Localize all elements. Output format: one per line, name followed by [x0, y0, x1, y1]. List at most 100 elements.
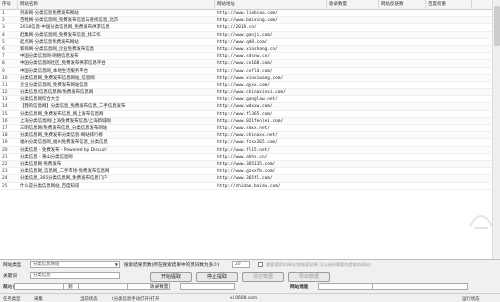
watermark-icon	[469, 215, 493, 229]
table-row[interactable]: 18 分类信息网_免费发布分类信息-网站排行榜 http://www.chinaxx…	[0, 132, 500, 140]
row-backlinks	[379, 89, 424, 96]
search-count-input[interactable]	[180, 283, 235, 290]
row-site-url: http://www.fzxx365.com/	[217, 140, 278, 146]
row-no: 1	[2, 11, 5, 16]
table-row[interactable]: 15 分类信息网_免费发布信息_网上发布信息网 http://www.fl365.c…	[0, 111, 500, 118]
range-filters: 从 到 收录数量 网站流量	[0, 283, 500, 293]
row-site-url: http://zhidao.baidu.com/	[217, 183, 281, 189]
table-row[interactable]: 22 分类信息网-免费发布 http://www.365135.com/	[0, 160, 500, 169]
row-baidu-weight	[426, 68, 470, 75]
row-backlinks	[379, 154, 424, 161]
row-site-name: 企业分类信息网_免费发布网站信息	[20, 82, 89, 88]
row-indexed-count	[327, 68, 377, 75]
row-backlinks	[379, 118, 424, 125]
row-site-url: http://www.smxx.net/	[217, 126, 270, 131]
search-pages-input[interactable]: 20	[232, 261, 250, 268]
row-baidu-weight	[426, 175, 470, 182]
table-row[interactable]: 23 分类信息网_信息网_二手市场-免费发布信息网 http://www.gzxxf…	[0, 168, 500, 176]
header-no[interactable]: 序号	[0, 0, 18, 10]
row-site-name: 起点网-分类信息免费发布网站	[20, 39, 79, 45]
row-site-url: http://www.fl15.net/	[217, 147, 270, 153]
header-indexed-count[interactable]: 收录数量	[327, 0, 379, 10]
clear-button[interactable]: 清空数据	[242, 272, 284, 282]
site-indicator: xi.0608.com	[230, 296, 258, 301]
row-site-url: http://www.qd8.com/	[217, 39, 268, 45]
row-indexed-count	[327, 10, 377, 17]
row-indexed-count	[327, 60, 377, 67]
table-row[interactable]: 3 2018信息-中国分类信息网_免费发布供求信息 http://2018.cn/	[0, 24, 500, 32]
row-indexed-count	[327, 139, 377, 146]
row-backlinks	[379, 168, 424, 175]
table-header: 序号 网站名称 网站地址 收录数量 网站反链数 百度权重	[0, 0, 500, 10]
start-button[interactable]: 开始提取	[150, 272, 192, 282]
header-backlinks[interactable]: 网站反链数	[379, 0, 426, 10]
row-baidu-weight	[426, 17, 470, 24]
row-site-name: 分类信息网_免费发布分类信息-网站排行榜	[20, 133, 103, 139]
table-row[interactable]: 8 中国分类信息网社区_免费发布供求信息平台 http://www.cn168.co…	[0, 60, 500, 68]
table-row[interactable]: 1 列表网-分类信息免费发布网站 http://www.liebiao.com/	[0, 10, 500, 18]
row-backlinks	[379, 53, 424, 60]
table-row[interactable]: 7 中国分类信息网-网络信息发布 http://www.sdsnw.cn/	[0, 53, 500, 61]
row-site-url: http://www.cn168.com/	[217, 61, 273, 67]
row-indexed-count	[327, 168, 377, 175]
row-baidu-weight	[426, 111, 470, 118]
row-baidu-weight	[426, 82, 470, 89]
table-body: 1 列表网-分类信息免费发布网站 http://www.liebiao.com/2 百…	[0, 10, 500, 190]
table-row[interactable]: 25 什么是分类信息网站_百度知道 http://zhidao.baidu.com/	[0, 183, 500, 190]
table-row[interactable]: 21 分类信息 - 黄山分类信息网 http://www.ahhs.cn/	[0, 154, 500, 161]
option-checkbox[interactable]	[258, 262, 263, 267]
table-row[interactable]: 14 【我的信息网】分类信息_免费发布信息_二手信息发布 http://www.wd…	[0, 103, 500, 111]
row-indexed-count	[327, 111, 377, 118]
scrollbar-thumb[interactable]	[494, 6, 500, 46]
site-type-select[interactable]: 分类信息网站 ▼	[30, 261, 120, 268]
row-site-name: 【我的信息网】分类信息_免费发布信息_二手信息发布	[20, 104, 126, 110]
table-row[interactable]: 2 百姓网-分类信息网_免费发布信息与查找信息_北京 http://www.baix…	[0, 17, 500, 25]
row-site-name: 什么是分类信息网站_百度知道	[20, 183, 80, 189]
table-row[interactable]: 19 福州分类信息网_福州免费发布信息_分类信息 http://www.fzxx36…	[0, 139, 500, 147]
row-baidu-weight	[426, 32, 470, 39]
table-row[interactable]: 17 三明信息网/免费发布信息_分类信息发布网站 http://www.smxx.n…	[0, 125, 500, 133]
row-site-url: http://www.liebiao.com/	[217, 11, 278, 16]
to-input[interactable]	[78, 283, 128, 290]
row-no: 5	[2, 39, 5, 45]
row-site-name: 分类信息 - 免费发布 - Powered by Discuz!	[20, 147, 107, 153]
table-row[interactable]: 13 分类信息网综合大全 http://www.ganglaw.net/	[0, 96, 500, 104]
row-baidu-weight	[426, 53, 470, 60]
table-row[interactable]: 11 企业分类信息网_免费发布网站信息 http://www.qyxx.com/	[0, 82, 500, 90]
row-baidu-weight	[426, 161, 470, 168]
row-baidu-weight	[426, 125, 470, 132]
row-backlinks	[379, 111, 424, 118]
table-row[interactable]: 10 分类信息网_免费发布信息网站_信息网 http://www.xinxiwang…	[0, 74, 500, 82]
row-site-name: 分类信息网综合大全	[20, 97, 60, 103]
row-no: 17	[2, 126, 8, 131]
row-site-url: http://www.021fenlei.com/	[217, 118, 284, 124]
table-row[interactable]: 9 中国分类信息网_本地生活服务平台 http://www.cnfld.com/	[0, 68, 500, 75]
row-no: 21	[2, 154, 8, 160]
header-site-url[interactable]: 网站地址	[215, 0, 327, 10]
row-site-name: 新商网-分类信息网_企业免费发布信息	[20, 46, 95, 52]
export-button[interactable]: 导出数据	[288, 272, 330, 282]
header-site-name[interactable]: 网站名称	[18, 0, 215, 10]
row-site-name: 三明信息网/免费发布信息_分类信息发布网站	[20, 126, 108, 131]
current-status-value: (分类信息手动打开)打开	[112, 297, 160, 302]
table-row[interactable]: 6 新商网-分类信息网_企业免费发布信息 http://www.xinshang.c…	[0, 45, 500, 54]
table-row[interactable]: 24 分类信息_365分类信息网_免费发布信息门户 http://www.365fl…	[0, 175, 500, 183]
table-row[interactable]: 4 赶集网-分类信息网_免费发布信息_找工作 http://www.ganji.co…	[0, 31, 500, 39]
from-input[interactable]	[14, 283, 64, 290]
search-pages-label: 搜索结果页数(所在搜索结果中的页码数为多少)	[124, 263, 220, 268]
row-site-url: http://www.sdsnw.cn/	[217, 54, 270, 60]
row-no: 22	[2, 161, 8, 167]
keyword-input[interactable]: 分类信息	[30, 272, 120, 279]
table-row[interactable]: 16 上海分类信息网/上海免费发布信息/上海新城网 http://www.021fe…	[0, 117, 500, 125]
row-baidu-weight	[426, 118, 470, 125]
site-traffic-input[interactable]	[318, 283, 373, 290]
task-type-value: 采集	[34, 297, 43, 302]
table-row[interactable]: 5 起点网-分类信息免费发布网站 http://www.qd8.com/	[0, 39, 500, 46]
row-site-url: http://www.365135.com/	[217, 161, 276, 167]
header-baidu-weight[interactable]: 百度权重	[426, 0, 472, 10]
stop-button[interactable]: 停止提取	[196, 272, 238, 282]
table-row[interactable]: 12 分类信息/信息信息网/免费发布信息网 http://www.chinaxinx…	[0, 89, 500, 97]
row-baidu-weight	[426, 10, 470, 17]
row-indexed-count	[327, 161, 377, 168]
table-row[interactable]: 20 分类信息 - 免费发布 - Powered by Discuz! http:/…	[0, 146, 500, 154]
